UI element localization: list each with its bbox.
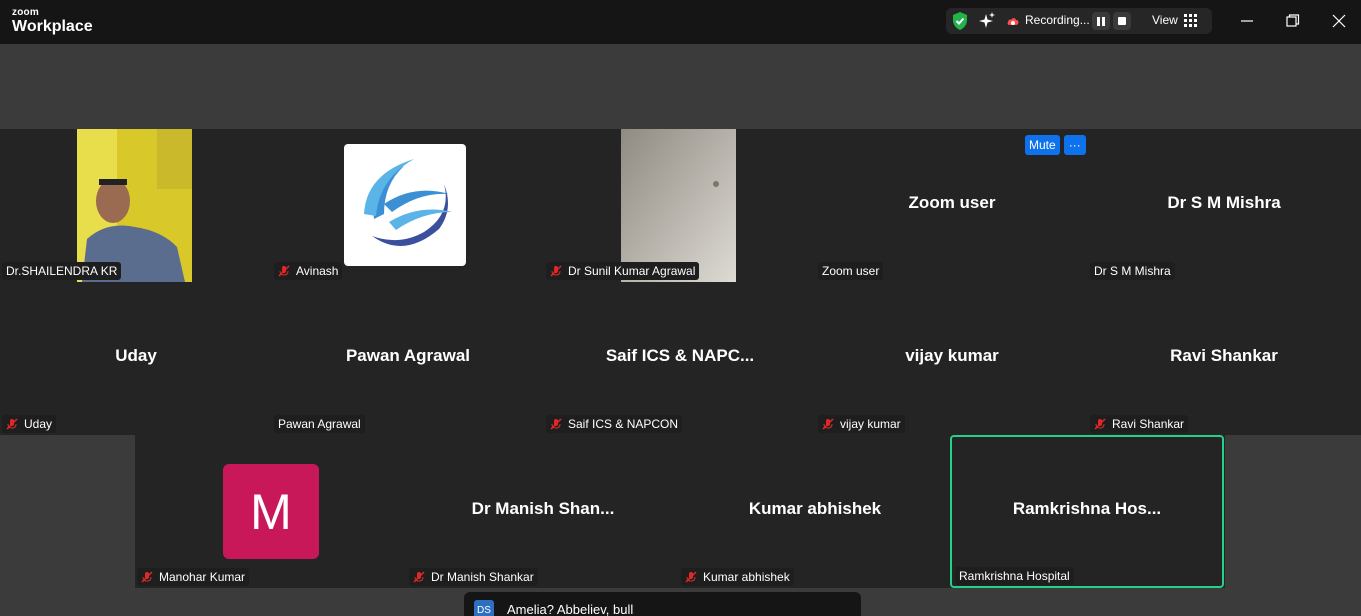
mic-muted-icon	[413, 571, 425, 583]
participant-profile-logo	[344, 144, 466, 266]
participant-label-text: Pawan Agrawal	[278, 417, 361, 431]
participant-display-name: Zoom user	[908, 193, 996, 212]
participant-display-name: Ramkrishna Hos...	[1012, 499, 1162, 518]
view-menu-label[interactable]: View	[1152, 13, 1178, 27]
participant-label: Uday	[2, 415, 57, 433]
more-options-button[interactable]: ···	[1063, 135, 1086, 155]
participant-tile[interactable]: Kumar abhishek Kumar abhishek	[679, 435, 951, 588]
participant-label: Zoom user	[818, 262, 884, 280]
participant-display-name: Saif ICS & NAPC...	[605, 346, 755, 365]
gallery-row: M Manohar Kumar Dr Manish Shan... Dr Man…	[135, 435, 1225, 588]
participant-tile[interactable]: Uday Uday	[0, 282, 272, 435]
participant-display-name: Dr S M Mishra	[1167, 193, 1281, 212]
title-bar: zoom Workplace Recording... View	[0, 0, 1361, 44]
chat-preview-toast[interactable]: DS Amelia? Abbeliev, bull	[464, 592, 861, 616]
participant-display-name: Uday	[115, 346, 157, 365]
participant-label-text: Dr Manish Shankar	[431, 570, 534, 584]
ai-sparkle-icon[interactable]	[978, 11, 996, 31]
participant-tile[interactable]: Dr S M Mishra Dr S M Mishra	[1088, 129, 1360, 282]
stop-recording-button[interactable]	[1113, 12, 1131, 30]
globe-swoosh-icon	[364, 159, 452, 246]
shield-check-icon[interactable]	[950, 11, 970, 31]
pause-recording-button[interactable]	[1092, 12, 1110, 30]
participant-label: Dr Sunil Kumar Agrawal	[546, 262, 700, 280]
participant-video	[77, 129, 192, 282]
minimize-icon[interactable]	[1234, 9, 1260, 33]
cloud-record-icon	[1007, 18, 1019, 25]
participant-label: Ravi Shankar	[1090, 415, 1189, 433]
participant-tile[interactable]: Avinash	[272, 129, 544, 282]
logo-brand-name: Workplace	[12, 18, 93, 35]
participant-display-name: Ravi Shankar	[1170, 346, 1278, 365]
mic-muted-icon	[822, 418, 834, 430]
chat-sender-avatar: DS	[474, 600, 494, 616]
participant-tile[interactable]: Dr Sunil Kumar Agrawal	[544, 129, 816, 282]
participant-label: Manohar Kumar	[137, 568, 250, 586]
participant-label-text: Dr Sunil Kumar Agrawal	[568, 264, 696, 278]
participant-label: Pawan Agrawal	[274, 415, 365, 433]
meeting-status-bar: Recording... View	[946, 8, 1212, 34]
participant-label: vijay kumar	[818, 415, 905, 433]
logo-brand-small: zoom	[12, 7, 39, 18]
participant-tile[interactable]: Saif ICS & NAPC... Saif ICS & NAPCON	[544, 282, 816, 435]
recording-status-text: Recording...	[1025, 13, 1090, 27]
participant-label-text: Kumar abhishek	[703, 570, 790, 584]
avatar: M	[223, 464, 319, 559]
participant-video	[621, 129, 736, 282]
mic-muted-icon	[550, 418, 562, 430]
participant-tile[interactable]: Ravi Shankar Ravi Shankar	[1088, 282, 1360, 435]
participant-label: Ramkrishna Hospital	[955, 567, 1074, 585]
participant-label-text: Manohar Kumar	[159, 570, 246, 584]
grid-view-icon[interactable]	[1184, 14, 1197, 27]
participant-tile[interactable]: M Manohar Kumar	[135, 435, 407, 588]
participant-tile[interactable]: Pawan Agrawal Pawan Agrawal	[272, 282, 544, 435]
participant-tile[interactable]: vijay kumar vijay kumar	[816, 282, 1088, 435]
mic-muted-icon	[685, 571, 697, 583]
participant-display-name: Kumar abhishek	[748, 499, 882, 518]
mute-participant-button[interactable]: Mute	[1025, 135, 1060, 155]
close-icon[interactable]	[1326, 9, 1352, 33]
participant-label-text: Avinash	[296, 264, 339, 278]
participant-label: Kumar abhishek	[681, 568, 794, 586]
participant-label-text: vijay kumar	[840, 417, 901, 431]
participant-label: Avinash	[274, 262, 343, 280]
participant-label-text: Uday	[24, 417, 53, 431]
participant-display-name: vijay kumar	[905, 346, 999, 365]
active-speaker-tile[interactable]: Ramkrishna Hos... Ramkrishna Hospital	[950, 435, 1224, 588]
participant-label-text: Zoom user	[822, 264, 880, 278]
participant-tile[interactable]: Dr Manish Shan... Dr Manish Shankar	[407, 435, 679, 588]
mic-muted-icon	[278, 265, 290, 277]
participant-display-name: Pawan Agrawal	[345, 346, 471, 365]
tile-hover-actions: Mute ···	[1025, 135, 1086, 155]
participant-label-text: Ravi Shankar	[1112, 417, 1185, 431]
participant-label: Dr Manish Shankar	[409, 568, 538, 586]
mic-muted-icon	[1094, 418, 1106, 430]
participant-label: Dr S M Mishra	[1090, 262, 1175, 280]
participant-label: Dr.SHAILENDRA KR	[2, 262, 122, 280]
participant-tile[interactable]: Dr.SHAILENDRA KR	[0, 129, 272, 282]
participant-label-text: Saif ICS & NAPCON	[568, 417, 679, 431]
participant-label: Saif ICS & NAPCON	[546, 415, 683, 433]
participant-label-text: Ramkrishna Hospital	[959, 569, 1070, 583]
mic-muted-icon	[550, 265, 562, 277]
mic-muted-icon	[6, 418, 18, 430]
mic-muted-icon	[141, 571, 153, 583]
gallery-view: Dr.SHAILENDRA KR Avinash Dr Sunil Kumar	[0, 129, 1361, 435]
chat-preview-message: Amelia? Abbeliev, bull	[507, 602, 634, 616]
restore-icon[interactable]	[1280, 9, 1306, 33]
participant-display-name: Dr Manish Shan...	[471, 499, 615, 518]
participant-label-text: Dr S M Mishra	[1094, 264, 1171, 278]
participant-label-text: Dr.SHAILENDRA KR	[6, 264, 118, 278]
zoom-workplace-logo: zoom Workplace	[12, 7, 93, 35]
